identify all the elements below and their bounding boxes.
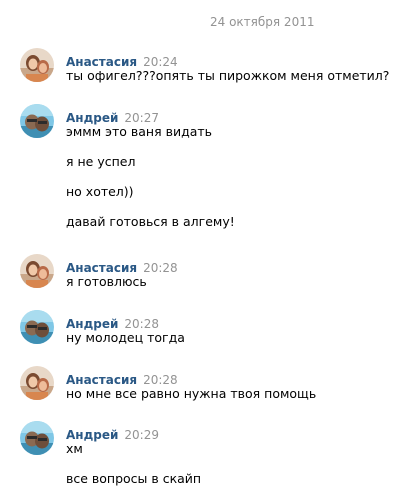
avatar-andrey-image bbox=[20, 421, 54, 455]
message-time[interactable]: 20:24 bbox=[143, 55, 178, 69]
author-link[interactable]: Андрей bbox=[66, 111, 118, 125]
message-text: хм bbox=[66, 441, 83, 456]
message-text: давай готовься в алгему! bbox=[66, 214, 235, 229]
avatar[interactable] bbox=[20, 421, 54, 455]
avatar-andrey-image bbox=[20, 310, 54, 344]
author-link[interactable]: Андрей bbox=[66, 317, 118, 331]
author-link[interactable]: Андрей bbox=[66, 428, 118, 442]
avatar[interactable] bbox=[20, 104, 54, 138]
message-text: но хотел)) bbox=[66, 184, 134, 199]
avatar[interactable] bbox=[20, 310, 54, 344]
message-text: ты офигел???опять ты пирожком меня отмет… bbox=[66, 68, 390, 83]
avatar[interactable] bbox=[20, 366, 54, 400]
message-time[interactable]: 20:28 bbox=[143, 261, 178, 275]
avatar-anastasia-image bbox=[20, 48, 54, 82]
message-text: но мне все равно нужна твоя помощь bbox=[66, 386, 317, 401]
message-time[interactable]: 20:29 bbox=[124, 428, 159, 442]
author-link[interactable]: Анастасия bbox=[66, 55, 137, 69]
message-text: я не успел bbox=[66, 154, 136, 169]
avatar[interactable] bbox=[20, 254, 54, 288]
avatar[interactable] bbox=[20, 48, 54, 82]
message-time[interactable]: 20:27 bbox=[124, 111, 159, 125]
message-time[interactable]: 20:28 bbox=[143, 373, 178, 387]
avatar-andrey-image bbox=[20, 104, 54, 138]
message-text: я готовлюсь bbox=[66, 274, 147, 289]
avatar-anastasia-image bbox=[20, 366, 54, 400]
author-link[interactable]: Анастасия bbox=[66, 373, 137, 387]
date-separator: 24 октября 2011 bbox=[210, 15, 315, 29]
message-text: ну молодец тогда bbox=[66, 330, 185, 345]
message-text: эммм это ваня видать bbox=[66, 124, 213, 139]
author-link[interactable]: Анастасия bbox=[66, 261, 137, 275]
avatar-anastasia-image bbox=[20, 254, 54, 288]
message-text: все вопросы в скайп bbox=[66, 471, 202, 486]
message-time[interactable]: 20:28 bbox=[124, 317, 159, 331]
